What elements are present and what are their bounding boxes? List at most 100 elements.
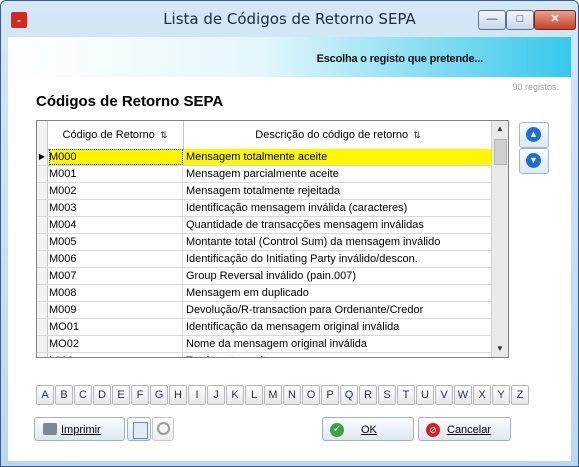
cell-description: Mensagem totalmente aceite <box>184 149 492 165</box>
letter-filter-p[interactable]: P <box>321 385 339 405</box>
letter-filter-v[interactable]: V <box>435 385 453 405</box>
letter-filter-b[interactable]: B <box>55 385 73 405</box>
row-header <box>37 234 48 250</box>
cell-code: M008 <box>49 285 183 301</box>
column-header-code-label: Código de Retorno <box>62 129 155 141</box>
arrow-up-icon: ▲ <box>526 127 541 142</box>
row-header <box>37 251 48 267</box>
letter-filter-m[interactable]: M <box>264 385 282 405</box>
letter-filter-s[interactable]: S <box>378 385 396 405</box>
print-button-label: Imprimir <box>61 424 101 436</box>
prompt-banner: Escolha o registo que pretende... <box>8 37 571 77</box>
row-header <box>37 336 48 352</box>
cell-description: Quantidade de transacções mensagem invál… <box>186 219 424 231</box>
letter-filter-q[interactable]: Q <box>340 385 358 405</box>
row-header <box>37 285 48 301</box>
row-header <box>37 268 48 284</box>
prompt-text: Escolha o registo que pretende... <box>316 53 484 65</box>
letter-filter-i[interactable]: I <box>188 385 206 405</box>
export-button[interactable] <box>127 417 151 441</box>
cell-code: M002 <box>49 183 183 199</box>
cancel-icon: ⊘ <box>426 423 440 437</box>
letter-filter-w[interactable]: W <box>454 385 472 405</box>
column-header-code[interactable]: Código de Retorno ⇅ <box>47 121 184 149</box>
table-row[interactable]: L000Totalmente aceite <box>37 353 492 357</box>
table-row[interactable]: M007 Group Reversal inválido (pain.007) <box>37 268 492 285</box>
record-count: 90 registos. <box>512 82 559 92</box>
print-button[interactable]: Imprimir <box>34 417 125 441</box>
cell-code: M009 <box>49 302 183 318</box>
table-row[interactable]: M001 Mensagem parcialmente aceite <box>37 166 492 183</box>
letter-filter-a[interactable]: A <box>36 385 54 405</box>
table-row[interactable]: M009 Devolução/R-transaction para Ordenan… <box>37 302 492 319</box>
letter-filter-x[interactable]: X <box>473 385 491 405</box>
letter-filter-l[interactable]: L <box>245 385 263 405</box>
letter-filter-n[interactable]: N <box>283 385 301 405</box>
minimize-button[interactable]: — <box>478 10 506 30</box>
cell-description: Mensagem em duplicado <box>186 287 309 299</box>
printer-icon <box>43 423 57 435</box>
cell-code: M005 <box>49 234 183 250</box>
scrollbar-thumb[interactable] <box>494 139 507 165</box>
row-header <box>37 200 48 216</box>
move-up-button[interactable]: ▲ <box>519 122 549 148</box>
ok-button[interactable]: ✓ OK <box>322 417 414 441</box>
letter-filter-r[interactable]: R <box>359 385 377 405</box>
table-row[interactable]: ▶ M000 Mensagem totalmente aceite <box>37 149 492 166</box>
table-row[interactable]: MO01 Identificação da mensagem original i… <box>37 319 492 336</box>
table-row[interactable]: M005 Montante total (Control Sum) da mens… <box>37 234 492 251</box>
title-bar[interactable]: ‐ Lista de Códigos de Retorno SEPA — □ ✕ <box>1 1 578 37</box>
codes-table: Código de Retorno ⇅ Descrição do código d… <box>36 120 509 358</box>
letter-filter-e[interactable]: E <box>112 385 130 405</box>
dialog-window: ‐ Lista de Códigos de Retorno SEPA — □ ✕… <box>0 0 579 467</box>
maximize-button[interactable]: □ <box>506 10 534 30</box>
letter-filter-g[interactable]: G <box>150 385 168 405</box>
cell-code: M000 <box>49 149 183 165</box>
letter-filter-z[interactable]: Z <box>511 385 529 405</box>
cell-description: Nome da mensagem original inválida <box>186 338 367 350</box>
alphabet-filter-bar: ABCDEFGHIJKLMNOPQRSTUVWXYZ <box>36 385 530 405</box>
cell-code: M006 <box>49 251 183 267</box>
row-header <box>37 217 48 233</box>
dialog-client: Escolha o registo que pretende... 90 reg… <box>8 37 571 461</box>
letter-filter-u[interactable]: U <box>416 385 434 405</box>
letter-filter-y[interactable]: Y <box>492 385 510 405</box>
letter-filter-j[interactable]: J <box>207 385 225 405</box>
cell-code: M004 <box>49 217 183 233</box>
table-row[interactable]: M006 Identificação do Initiating Party in… <box>37 251 492 268</box>
table-row[interactable]: M003 Identificação mensagem inválida (car… <box>37 200 492 217</box>
cell-description: Identificação do Initiating Party inváli… <box>186 253 418 265</box>
cell-description: Devolução/R-transaction para Ordenante/C… <box>186 304 424 316</box>
table-row[interactable]: M004 Quantidade de transacções mensagem i… <box>37 217 492 234</box>
cell-code: MO02 <box>49 336 183 352</box>
sort-icon: ⇅ <box>413 130 421 140</box>
letter-filter-f[interactable]: F <box>131 385 149 405</box>
cell-description: Montante total (Control Sum) da mensagem… <box>186 236 441 248</box>
cell-code: M003 <box>49 200 183 216</box>
letter-filter-h[interactable]: H <box>169 385 187 405</box>
cancel-button-label: Cancelar <box>447 424 492 436</box>
table-row[interactable]: M008 Mensagem em duplicado <box>37 285 492 302</box>
close-button[interactable]: ✕ <box>534 10 576 30</box>
export-document-icon <box>133 422 148 439</box>
move-down-button[interactable]: ▼ <box>519 148 549 174</box>
checkmark-icon: ✓ <box>330 423 344 437</box>
row-header <box>37 302 48 318</box>
cell-description: Totalmente aceite <box>184 353 492 357</box>
column-header-description-label: Descrição do código de retorno <box>255 129 409 141</box>
cell-description: Mensagem parcialmente aceite <box>186 168 339 180</box>
letter-filter-d[interactable]: D <box>93 385 111 405</box>
letter-filter-o[interactable]: O <box>302 385 320 405</box>
current-row-marker-icon: ▶ <box>37 149 48 165</box>
letter-filter-c[interactable]: C <box>74 385 92 405</box>
letter-filter-t[interactable]: T <box>397 385 415 405</box>
table-row[interactable]: MO02 Nome da mensagem original inválida <box>37 336 492 353</box>
preview-button[interactable] <box>152 417 174 441</box>
letter-filter-k[interactable]: K <box>226 385 244 405</box>
vertical-scrollbar[interactable]: ▲ ▼ <box>491 121 508 357</box>
scroll-up-arrow-icon[interactable]: ▲ <box>492 121 508 137</box>
cancel-button[interactable]: ⊘ Cancelar <box>418 417 511 441</box>
column-header-description[interactable]: Descrição do código de retorno ⇅ <box>184 121 492 149</box>
scroll-down-arrow-icon[interactable]: ▼ <box>492 341 508 357</box>
table-row[interactable]: M002 Mensagem totalmente rejeitada <box>37 183 492 200</box>
